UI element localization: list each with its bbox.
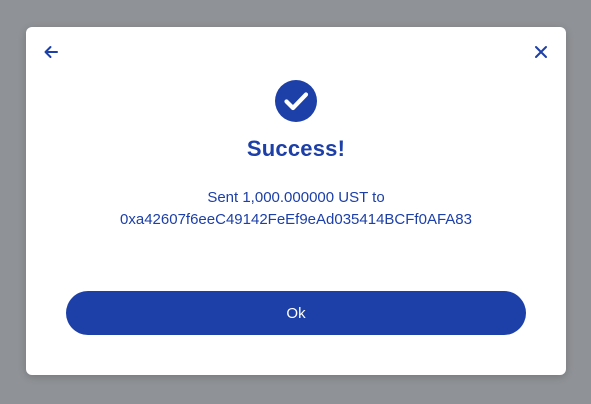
arrow-left-icon — [44, 46, 58, 58]
ok-button[interactable]: Ok — [66, 291, 526, 335]
success-status — [275, 80, 317, 122]
close-button[interactable] — [529, 40, 553, 64]
dialog-title: Success! — [246, 136, 346, 161]
recipient-address: 0xa42607f6eeC49142FeEf9eAd035414BCFf0AFA… — [120, 211, 472, 228]
back-button[interactable] — [39, 40, 63, 64]
dialog-message: Sent 1,000.000000 UST to 0xa42607f6eeC49… — [26, 187, 566, 231]
close-icon — [535, 46, 547, 58]
check-circle-icon — [275, 80, 317, 122]
message-amount-line: Sent 1,000.000000 UST to — [207, 189, 385, 206]
success-dialog: Success! Sent 1,000.000000 UST to 0xa426… — [26, 27, 566, 375]
